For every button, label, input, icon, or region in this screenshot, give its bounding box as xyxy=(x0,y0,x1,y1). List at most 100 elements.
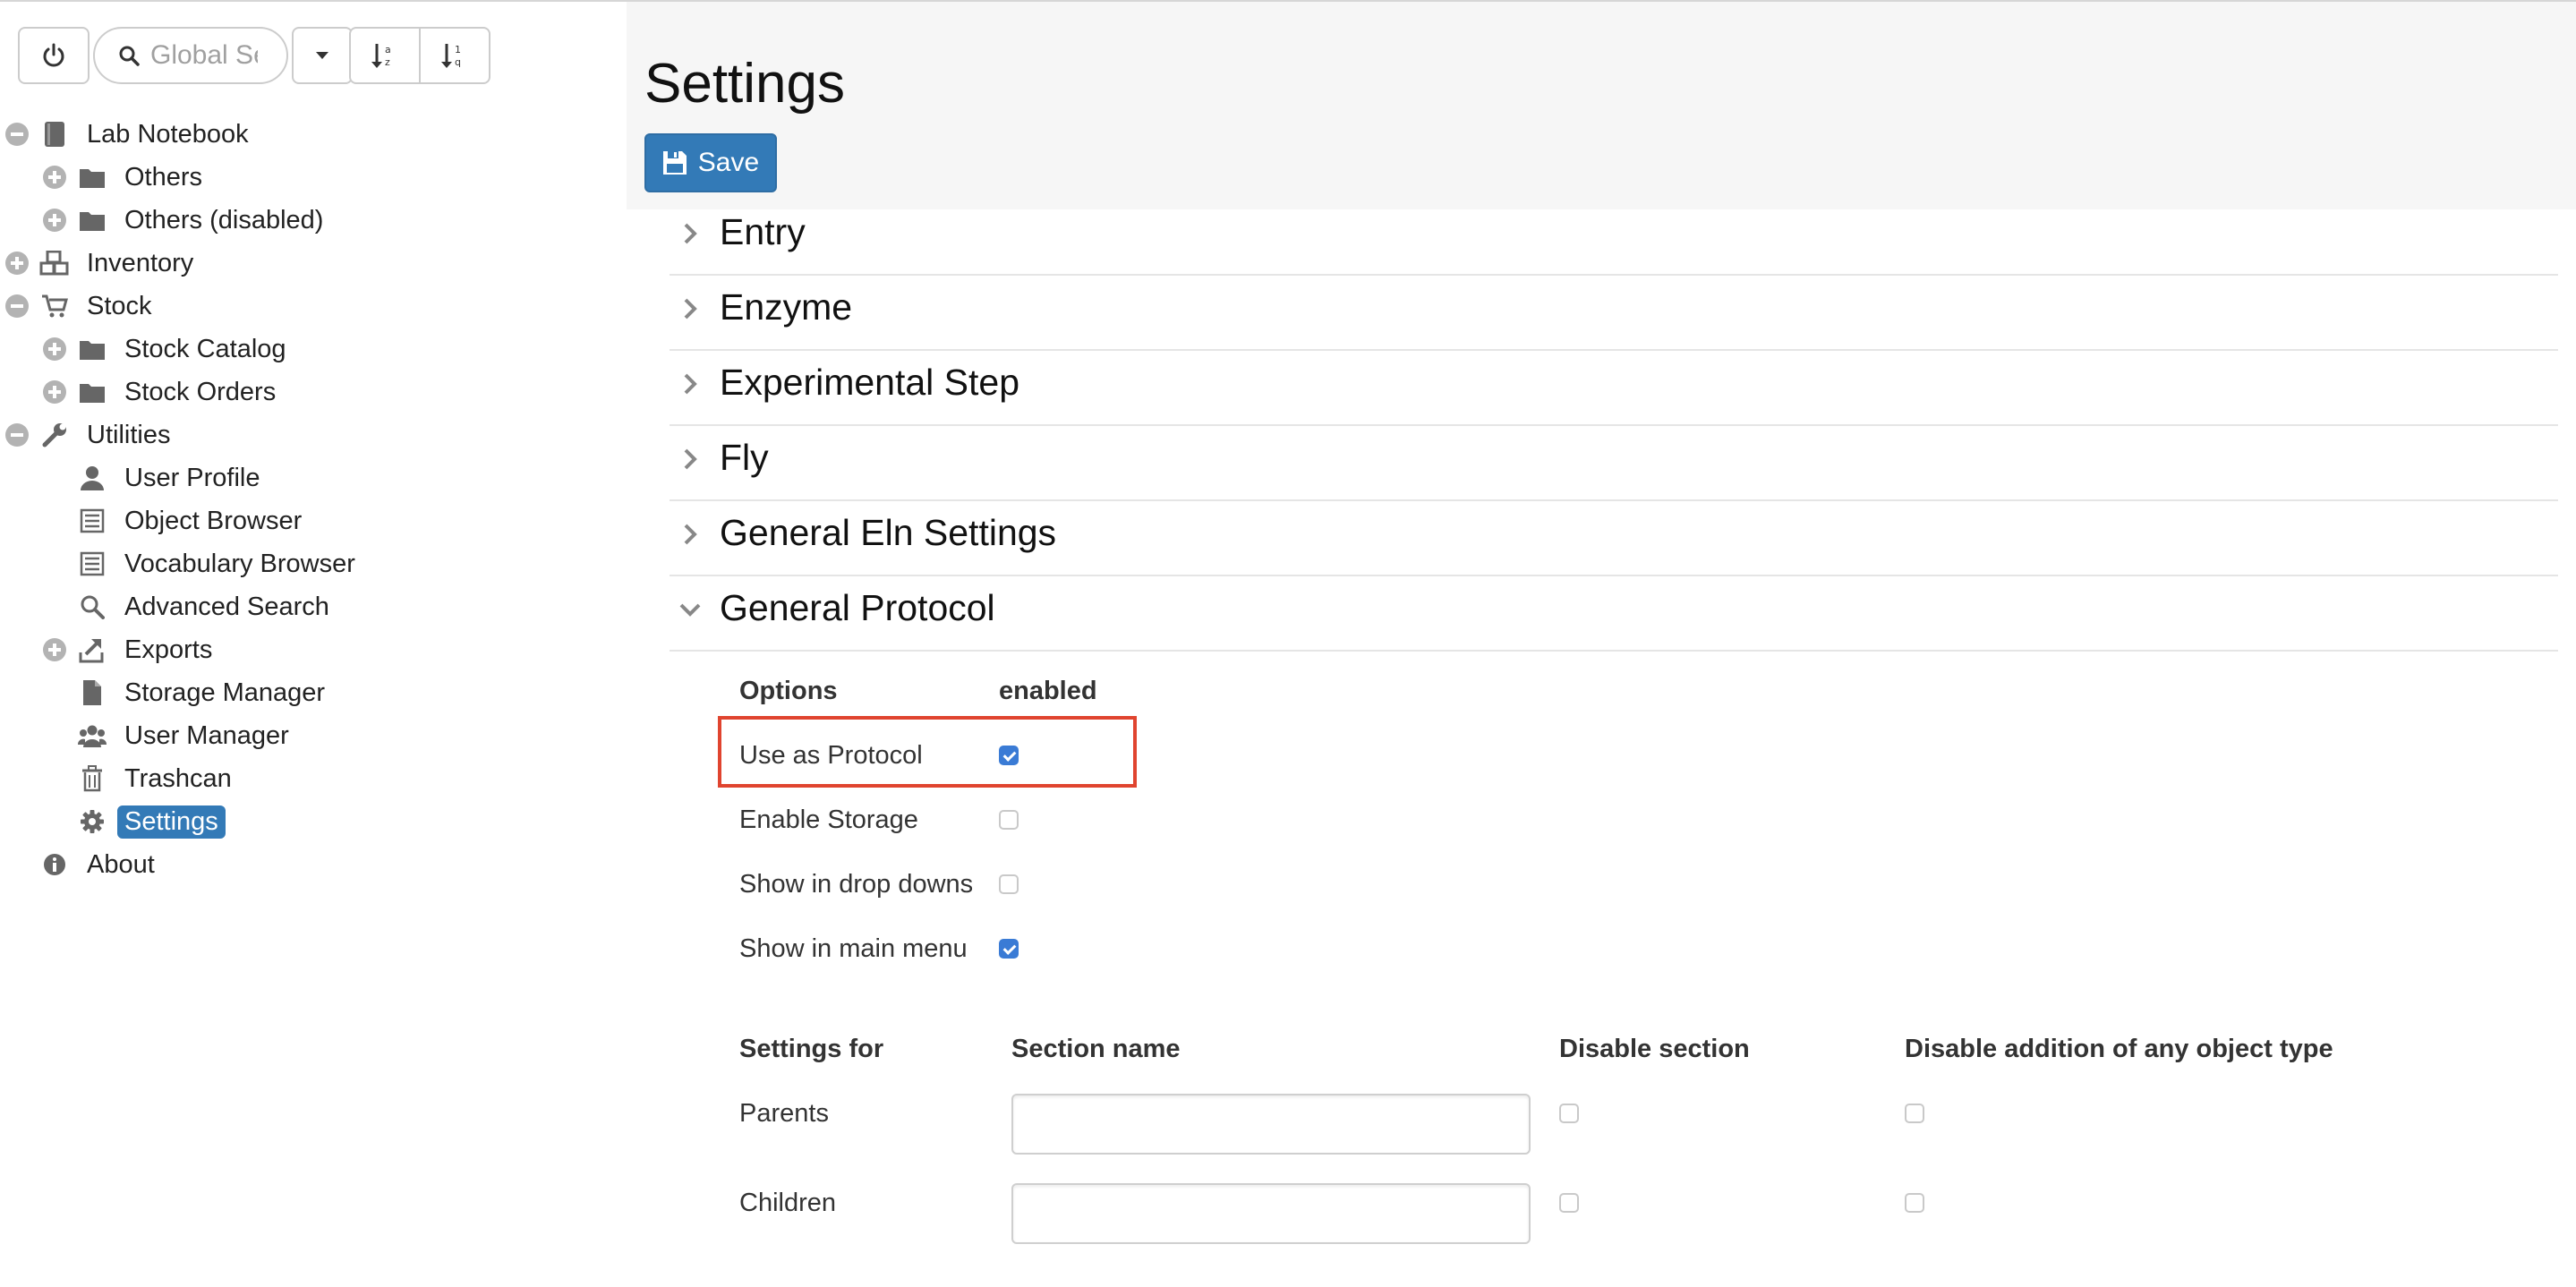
parents-disable-addition-checkbox[interactable] xyxy=(1905,1104,1924,1123)
tree-item-about[interactable]: About xyxy=(0,844,627,885)
option-label: Use as Protocol xyxy=(739,741,923,770)
main-content: Settings Save Entry Enzyme Experimental … xyxy=(627,2,2576,1287)
expand-icon[interactable] xyxy=(43,166,66,189)
tree-item-vocabulary-browser[interactable]: Vocabulary Browser xyxy=(0,543,627,584)
tree-item-label: Others xyxy=(124,162,203,192)
tree-item-label: Vocabulary Browser xyxy=(124,549,355,578)
section-experimental-step[interactable]: Experimental Step xyxy=(670,351,2558,426)
show-in-drop-downs-checkbox[interactable] xyxy=(999,874,1019,894)
expand-icon[interactable] xyxy=(43,209,66,232)
show-in-main-menu-checkbox[interactable] xyxy=(999,939,1019,959)
floppy-disk-icon xyxy=(662,151,687,175)
file-icon xyxy=(77,678,107,708)
expand-icon[interactable] xyxy=(5,251,29,275)
tree-item-label: Others (disabled) xyxy=(124,205,324,234)
collapse-icon[interactable] xyxy=(5,294,29,318)
tree-item-utilities[interactable]: Utilities xyxy=(0,414,627,456)
users-icon xyxy=(77,720,107,751)
search-icon xyxy=(77,592,107,622)
sort-numeric-button[interactable]: 1 q xyxy=(419,27,490,84)
tree-item-label: User Manager xyxy=(124,720,289,750)
svg-text:z: z xyxy=(385,56,390,68)
save-button[interactable]: Save xyxy=(644,133,777,192)
sort-alpha-icon: a z xyxy=(371,44,391,68)
logout-button[interactable] xyxy=(18,27,90,84)
settings-for-header: Settings for xyxy=(739,1035,884,1063)
tree-item-label: Inventory xyxy=(87,248,194,277)
power-icon xyxy=(43,43,64,67)
tree-item-storage-manager[interactable]: Storage Manager xyxy=(0,672,627,713)
parents-disable-section-checkbox[interactable] xyxy=(1559,1104,1579,1123)
tree-item-object-browser[interactable]: Object Browser xyxy=(0,500,627,541)
search-options-dropdown[interactable] xyxy=(292,27,353,84)
expand-icon[interactable] xyxy=(43,337,66,361)
section-entry[interactable]: Entry xyxy=(670,200,2558,276)
section-general-protocol[interactable]: General Protocol xyxy=(670,576,2558,652)
book-icon xyxy=(39,119,70,149)
use-as-protocol-checkbox[interactable] xyxy=(999,746,1019,765)
chevron-right-icon xyxy=(684,448,697,470)
tree-item-others[interactable]: Others xyxy=(0,157,627,198)
gear-icon xyxy=(77,806,107,837)
search-icon xyxy=(119,46,140,66)
tree-item-settings[interactable]: Settings xyxy=(0,801,627,842)
option-label: Show in main menu xyxy=(739,934,968,963)
global-search-input[interactable] xyxy=(149,39,260,72)
collapse-icon[interactable] xyxy=(5,423,29,447)
tree-item-label: Settings xyxy=(117,805,226,839)
folder-icon xyxy=(77,377,107,407)
option-label: Show in drop downs xyxy=(739,870,974,899)
section-enzyme[interactable]: Enzyme xyxy=(670,276,2558,351)
global-search-box[interactable] xyxy=(93,27,288,84)
tree-item-label: Stock xyxy=(87,291,152,320)
caret-down-icon xyxy=(316,52,328,59)
tree-item-label: User Profile xyxy=(124,463,260,492)
options-header: Options xyxy=(739,677,838,705)
tree-item-stock-catalog[interactable]: Stock Catalog xyxy=(0,328,627,370)
page-title: Settings xyxy=(644,53,846,115)
section-title: Experimental Step xyxy=(720,362,1020,403)
sort-numeric-icon: 1 q xyxy=(441,44,461,68)
tree-item-advanced-search[interactable]: Advanced Search xyxy=(0,586,627,627)
tree-item-label: Advanced Search xyxy=(124,592,329,621)
tree-item-trashcan[interactable]: Trashcan xyxy=(0,758,627,799)
sidebar: a z 1 q Lab Notebook xyxy=(0,2,627,1287)
expand-icon[interactable] xyxy=(43,380,66,404)
tree-item-label: Lab Notebook xyxy=(87,119,249,149)
tree-item-user-manager[interactable]: User Manager xyxy=(0,715,627,756)
sort-alphabetical-button[interactable]: a z xyxy=(349,27,421,84)
tree-item-inventory[interactable]: Inventory xyxy=(0,243,627,284)
page-header: Settings Save xyxy=(627,2,2576,209)
list-alt-icon xyxy=(77,549,107,579)
tree-item-others-disabled[interactable]: Others (disabled) xyxy=(0,200,627,241)
folder-icon xyxy=(77,205,107,235)
list-alt-icon xyxy=(77,506,107,536)
tree-item-user-profile[interactable]: User Profile xyxy=(0,457,627,499)
settings-row-label: Children xyxy=(739,1189,836,1217)
save-button-label: Save xyxy=(697,148,760,177)
expand-icon[interactable] xyxy=(43,638,66,661)
section-fly[interactable]: Fly xyxy=(670,426,2558,501)
disable-addition-header: Disable addition of any object type xyxy=(1905,1035,2333,1063)
settings-row-label: Parents xyxy=(739,1099,829,1128)
folder-icon xyxy=(77,334,107,364)
children-section-name-input[interactable] xyxy=(1011,1183,1531,1244)
tree-item-stock[interactable]: Stock xyxy=(0,286,627,327)
tree-item-lab-notebook[interactable]: Lab Notebook xyxy=(0,114,627,155)
section-general-eln-settings[interactable]: General Eln Settings xyxy=(670,501,2558,576)
shopping-cart-icon xyxy=(39,291,70,321)
tree-item-stock-orders[interactable]: Stock Orders xyxy=(0,371,627,413)
tree-item-label: Exports xyxy=(124,635,213,664)
children-disable-section-checkbox[interactable] xyxy=(1559,1193,1579,1213)
chevron-right-icon xyxy=(684,298,697,320)
enable-storage-checkbox[interactable] xyxy=(999,810,1019,830)
tree-item-label: Utilities xyxy=(87,420,171,449)
collapse-icon[interactable] xyxy=(5,123,29,146)
tree-item-exports[interactable]: Exports xyxy=(0,629,627,670)
svg-text:q: q xyxy=(455,56,461,68)
disable-section-header: Disable section xyxy=(1559,1035,1750,1063)
children-disable-addition-checkbox[interactable] xyxy=(1905,1193,1924,1213)
parents-section-name-input[interactable] xyxy=(1011,1094,1531,1155)
export-icon xyxy=(77,635,107,665)
tree-item-label: Stock Catalog xyxy=(124,334,286,363)
